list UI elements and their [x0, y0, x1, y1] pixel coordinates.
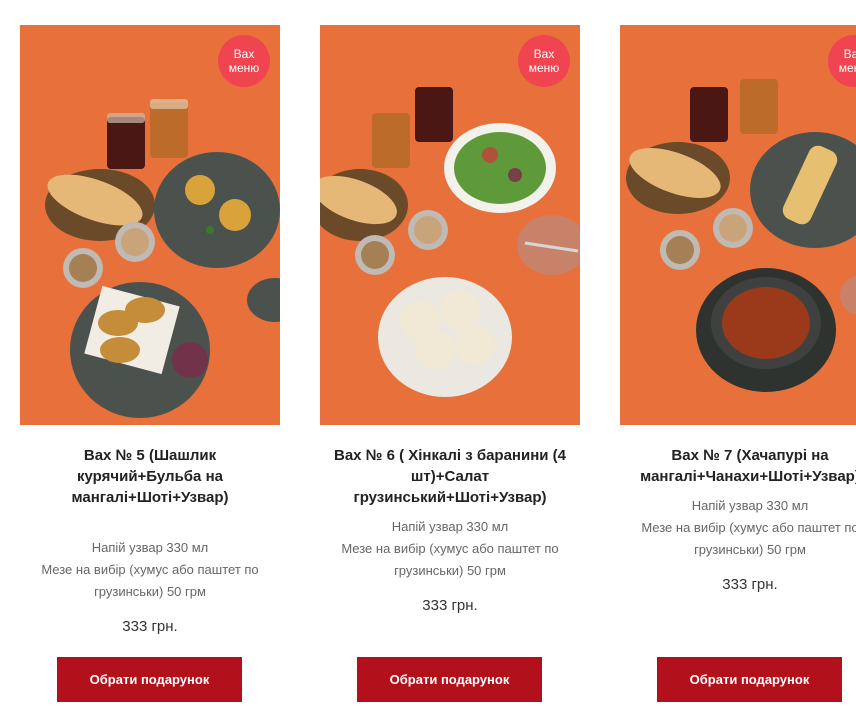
- choose-gift-button[interactable]: Обрати подарунок: [357, 657, 542, 702]
- product-price: 333 грн.: [722, 576, 778, 593]
- product-description: Напій узвар 330 мл Мезе на вибір (хумус …: [341, 519, 559, 578]
- product-title[interactable]: Вах № 7 (Хачапурі на мангалі+Чанахи+Шоті…: [620, 445, 856, 487]
- product-description: Напій узвар 330 мл Мезе на вибір (хумус …: [641, 498, 856, 557]
- product-photo-7[interactable]: Вах меню: [620, 25, 856, 425]
- product-price: 333 грн.: [122, 618, 178, 635]
- product-photo-6[interactable]: Вах меню: [320, 25, 580, 425]
- choose-gift-button[interactable]: Обрати подарунок: [657, 657, 842, 702]
- product-title[interactable]: Вах № 5 (Шашлик курячий+Бульба на мангал…: [20, 445, 280, 508]
- choose-gift-button[interactable]: Обрати подарунок: [57, 657, 242, 702]
- menu-badge: Вах меню: [218, 35, 270, 87]
- product-description: Напій узвар 330 мл Мезе на вибір (хумус …: [41, 540, 259, 599]
- product-title[interactable]: Вах № 6 ( Хінкалі з баранини (4 шт)+Сала…: [320, 445, 580, 508]
- menu-badge: Вах меню: [518, 35, 570, 87]
- product-price: 333 грн.: [422, 597, 478, 614]
- product-photo-5[interactable]: Вах меню: [20, 25, 280, 425]
